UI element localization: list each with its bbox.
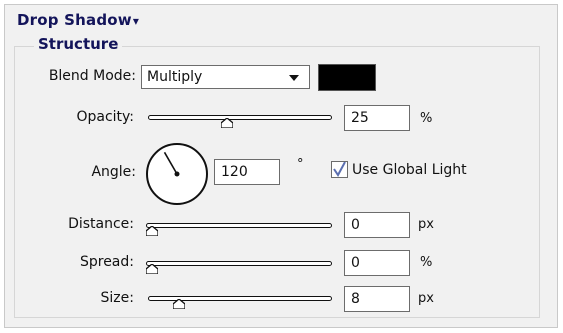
size-unit: px — [418, 291, 434, 306]
spread-input[interactable]: 0 — [344, 250, 410, 276]
blend-mode-label: Blend Mode: — [48, 68, 136, 84]
blend-mode-select[interactable]: Multiply — [141, 65, 310, 89]
angle-needle — [163, 151, 180, 177]
spread-unit: % — [420, 255, 433, 270]
opacity-slider-thumb[interactable] — [221, 118, 234, 128]
angle-unit: ° — [297, 157, 304, 172]
checkmark-icon — [333, 162, 346, 177]
blend-mode-value: Multiply — [147, 69, 203, 85]
spread-slider-thumb[interactable] — [146, 264, 158, 274]
angle-input[interactable]: 120 — [214, 159, 280, 185]
distance-unit: px — [418, 217, 434, 232]
spread-label: Spread: — [79, 254, 134, 270]
size-slider-thumb[interactable] — [172, 299, 185, 309]
structure-legend: Structure — [34, 35, 123, 53]
opacity-input[interactable]: 25 — [344, 105, 410, 131]
opacity-slider-track[interactable] — [148, 115, 332, 120]
use-global-light-checkbox[interactable] — [331, 161, 348, 178]
opacity-unit: % — [420, 111, 433, 126]
use-global-light-label[interactable]: Use Global Light — [352, 162, 467, 178]
angle-label: Angle: — [91, 164, 136, 180]
distance-label: Distance: — [68, 216, 134, 232]
chevron-down-icon — [289, 75, 299, 81]
size-label: Size: — [100, 290, 134, 306]
distance-slider-track[interactable] — [146, 223, 332, 228]
distance-slider-thumb[interactable] — [146, 226, 158, 236]
panel-title: Drop Shadow▾ — [17, 11, 139, 29]
shadow-color-swatch[interactable] — [318, 64, 376, 91]
panel-title-text: Drop Shadow — [17, 11, 132, 29]
size-input[interactable]: 8 — [344, 286, 410, 312]
spread-slider-track[interactable] — [146, 261, 332, 266]
opacity-label: Opacity: — [76, 109, 134, 125]
distance-input[interactable]: 0 — [344, 212, 410, 238]
angle-dial[interactable] — [146, 143, 208, 205]
collapse-arrow-icon[interactable]: ▾ — [133, 14, 139, 28]
